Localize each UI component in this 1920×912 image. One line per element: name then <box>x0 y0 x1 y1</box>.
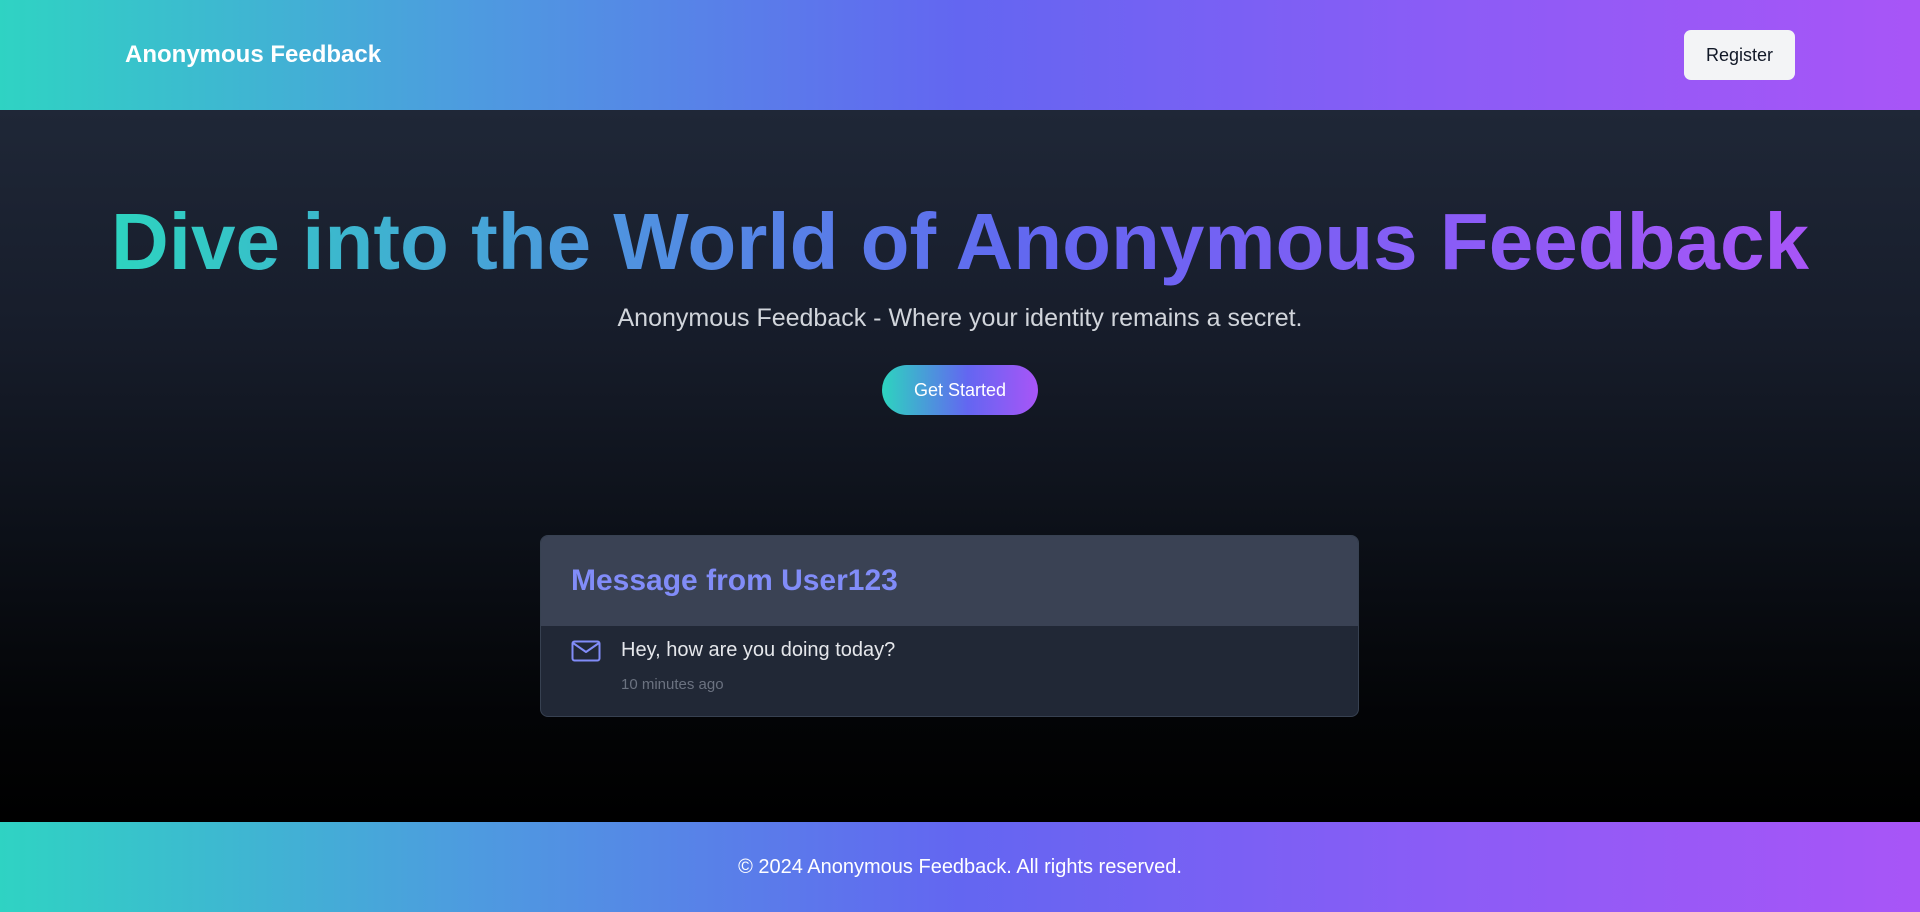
brand-logo-text[interactable]: Anonymous Feedback <box>125 40 381 70</box>
main-content: Dive into the World of Anonymous Feedbac… <box>0 110 1920 822</box>
hero-subtitle: Anonymous Feedback - Where your identity… <box>617 304 1303 332</box>
footer: © 2024 Anonymous Feedback. All rights re… <box>0 822 1920 912</box>
top-navbar: Anonymous Feedback Register <box>0 0 1920 110</box>
message-text: Hey, how are you doing today? <box>621 639 896 661</box>
message-card-header: Message from User123 <box>541 536 1358 626</box>
get-started-button[interactable]: Get Started <box>882 365 1038 415</box>
message-card-title: Message from User123 <box>571 564 898 597</box>
hero-title-text: Dive into the World of Anonymous Feedbac… <box>111 192 1809 292</box>
hero-title: Dive into the World of Anonymous Feedbac… <box>0 192 1920 292</box>
footer-copyright: © 2024 Anonymous Feedback. All rights re… <box>738 856 1182 878</box>
message-timestamp: 10 minutes ago <box>621 676 724 693</box>
register-button[interactable]: Register <box>1684 30 1795 80</box>
message-card: Message from User123 Hey, how are you do… <box>540 535 1359 717</box>
mail-icon <box>571 640 601 662</box>
